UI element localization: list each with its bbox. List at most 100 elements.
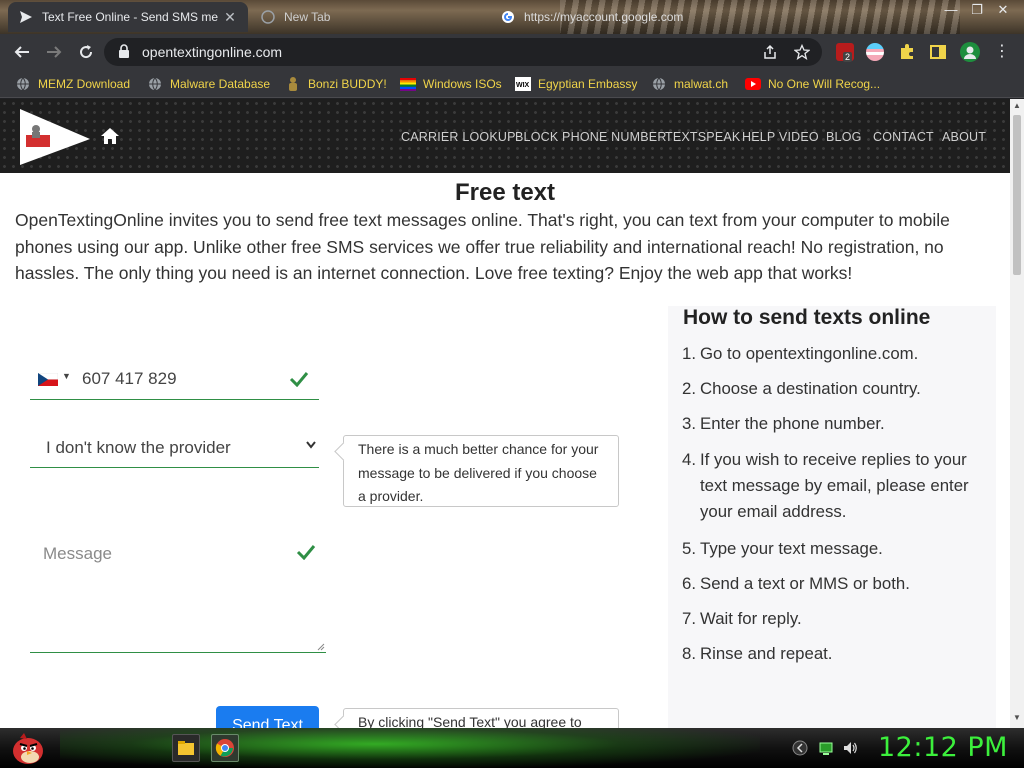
minimize-icon[interactable]: — [938, 0, 964, 22]
page-scrollbar[interactable]: ▲ ▼ [1010, 99, 1024, 728]
bookmark-bonzi-buddy[interactable]: Bonzi BUDDY! [285, 75, 387, 93]
send-terms-tooltip: By clicking "Send Text" you agree to [343, 708, 619, 728]
url-text: opentextingonline.com [142, 44, 283, 60]
nav-contact[interactable]: CONTACT [873, 130, 934, 144]
bookmark-windows-isos[interactable]: Windows ISOs [400, 75, 502, 93]
site-logo[interactable] [18, 107, 94, 167]
browser-toolbar: opentextingonline.com 2 ⋮ [0, 34, 1024, 70]
menu-kebab-icon[interactable]: ⋮ [990, 40, 1014, 64]
restore-icon[interactable]: ❐ [964, 0, 990, 22]
reload-icon[interactable] [74, 40, 98, 64]
tab-title: https://myaccount.google.com [524, 10, 684, 24]
star-icon[interactable] [794, 44, 810, 60]
check-icon [296, 545, 316, 560]
angry-bird-start-icon[interactable] [8, 729, 48, 767]
how-to-panel: How to send texts online 1. Go to opentex… [668, 306, 996, 728]
tab-active[interactable]: Text Free Online - Send SMS me ✕ [8, 2, 248, 32]
step-text: Rinse and repeat. [700, 644, 833, 663]
step-text: Type your text message. [700, 539, 883, 558]
step-text: Enter the phone number. [700, 414, 885, 433]
close-window-icon[interactable]: ✕ [990, 0, 1016, 22]
scroll-up-icon[interactable]: ▲ [1012, 101, 1022, 110]
lock-icon[interactable] [118, 44, 130, 58]
resize-grip-icon[interactable] [317, 643, 325, 651]
czech-flag-icon[interactable] [38, 373, 58, 386]
nav-carrier-lookup[interactable]: CARRIER LOOKUP [401, 130, 516, 144]
google-icon [500, 9, 516, 25]
list-item: 4. If you wish to receive replies to your… [682, 447, 982, 525]
globe-icon [15, 76, 31, 92]
nav-blog[interactable]: BLOG [826, 130, 862, 144]
step-number: 8. [682, 644, 696, 663]
step-number: 2. [682, 379, 696, 398]
nav-help-video[interactable]: HELP VIDEO [742, 130, 819, 144]
step-text: Send a text or MMS or both. [700, 574, 910, 593]
puzzle-icon[interactable] [898, 43, 916, 61]
globe-icon [651, 76, 667, 92]
chevron-down-icon [306, 441, 316, 449]
phone-number-value: 607 417 829 [82, 369, 177, 388]
nav-about[interactable]: ABOUT [942, 130, 986, 144]
provider-value: I don't know the provider [46, 438, 231, 457]
message-placeholder: Message [43, 544, 112, 563]
network-icon[interactable] [818, 740, 834, 756]
send-text-button[interactable]: Send Text [216, 706, 319, 728]
taskbar-clock[interactable]: 12:12 PM [878, 732, 1008, 763]
tab-new-tab[interactable]: New Tab [250, 2, 490, 32]
ublock-icon[interactable]: 2 [836, 43, 854, 62]
list-item: 6. Send a text or MMS or both. [682, 571, 982, 597]
scrollbar-thumb[interactable] [1013, 115, 1021, 275]
list-item: 3. Enter the phone number. [682, 411, 982, 437]
country-dropdown-caret-icon[interactable]: ▼ [62, 371, 71, 381]
chrome-icon[interactable] [211, 734, 239, 762]
list-item: 1. Go to opentextingonline.com. [682, 341, 982, 367]
step-text: Choose a destination country. [700, 379, 921, 398]
step-number: 4. [682, 450, 696, 469]
rainbow-flag-icon [400, 76, 416, 92]
flag-extension-icon[interactable] [866, 43, 884, 61]
bookmark-memz[interactable]: MEMZ Download [15, 75, 130, 93]
bookmark-label: malwat.ch [674, 77, 729, 91]
page-title: Free text [454, 179, 556, 206]
page-viewport: CARRIER LOOKUP BLOCK PHONE NUMBER TEXTSP… [0, 99, 1010, 728]
message-textarea[interactable]: Message [30, 529, 326, 653]
how-to-title: How to send texts online [683, 306, 931, 329]
profile-avatar-icon[interactable] [960, 42, 980, 62]
close-tab-icon[interactable]: ✕ [222, 9, 238, 26]
bookmark-label: Windows ISOs [423, 77, 502, 91]
bookmark-youtube-video[interactable]: No One Will Recog... [745, 75, 880, 93]
file-explorer-icon[interactable] [172, 734, 200, 762]
bookmark-malware-database[interactable]: Malware Database [147, 75, 270, 93]
nav-block-phone-number[interactable]: BLOCK PHONE NUMBER [515, 130, 667, 144]
forward-arrow-icon[interactable] [42, 40, 66, 64]
nav-textspeak[interactable]: TEXTSPEAK [665, 130, 740, 144]
bookmarks-bar: MEMZ Download Malware Database Bonzi BUD… [0, 70, 1024, 98]
send-arrow-icon [18, 9, 34, 25]
wix-icon: WIX [515, 76, 531, 92]
volume-icon[interactable] [842, 740, 858, 756]
tab-strip: Text Free Online - Send SMS me ✕ New Tab… [0, 0, 1024, 34]
bookmark-egyptian-embassy[interactable]: WIX Egyptian Embassy [515, 75, 637, 93]
step-number: 1. [682, 344, 696, 363]
address-bar[interactable]: opentextingonline.com [104, 38, 822, 66]
share-icon[interactable] [762, 44, 778, 60]
phone-number-field[interactable]: ▼ 607 417 829 [30, 359, 319, 400]
intro-paragraph: OpenTextingOnline invites you to send fr… [15, 210, 950, 283]
scroll-down-icon[interactable]: ▼ [1012, 713, 1022, 722]
bonzi-icon [285, 76, 301, 92]
globe-icon [147, 76, 163, 92]
home-icon[interactable] [100, 127, 120, 145]
youtube-icon [745, 76, 761, 92]
back-arrow-icon[interactable] [10, 40, 34, 64]
bookmark-label: Bonzi BUDDY! [308, 77, 387, 91]
check-icon [289, 372, 309, 387]
show-hidden-icons-icon[interactable] [792, 740, 808, 756]
provider-select[interactable]: I don't know the provider [30, 429, 319, 468]
bookmark-malwatch[interactable]: malwat.ch [651, 75, 728, 93]
tab-google-account[interactable]: https://myaccount.google.com [490, 2, 730, 32]
bookmark-label: Egyptian Embassy [538, 77, 638, 91]
taskbar-glow [60, 728, 760, 768]
step-number: 6. [682, 574, 696, 593]
globe-icon [260, 9, 276, 25]
side-panel-icon[interactable] [929, 43, 947, 61]
